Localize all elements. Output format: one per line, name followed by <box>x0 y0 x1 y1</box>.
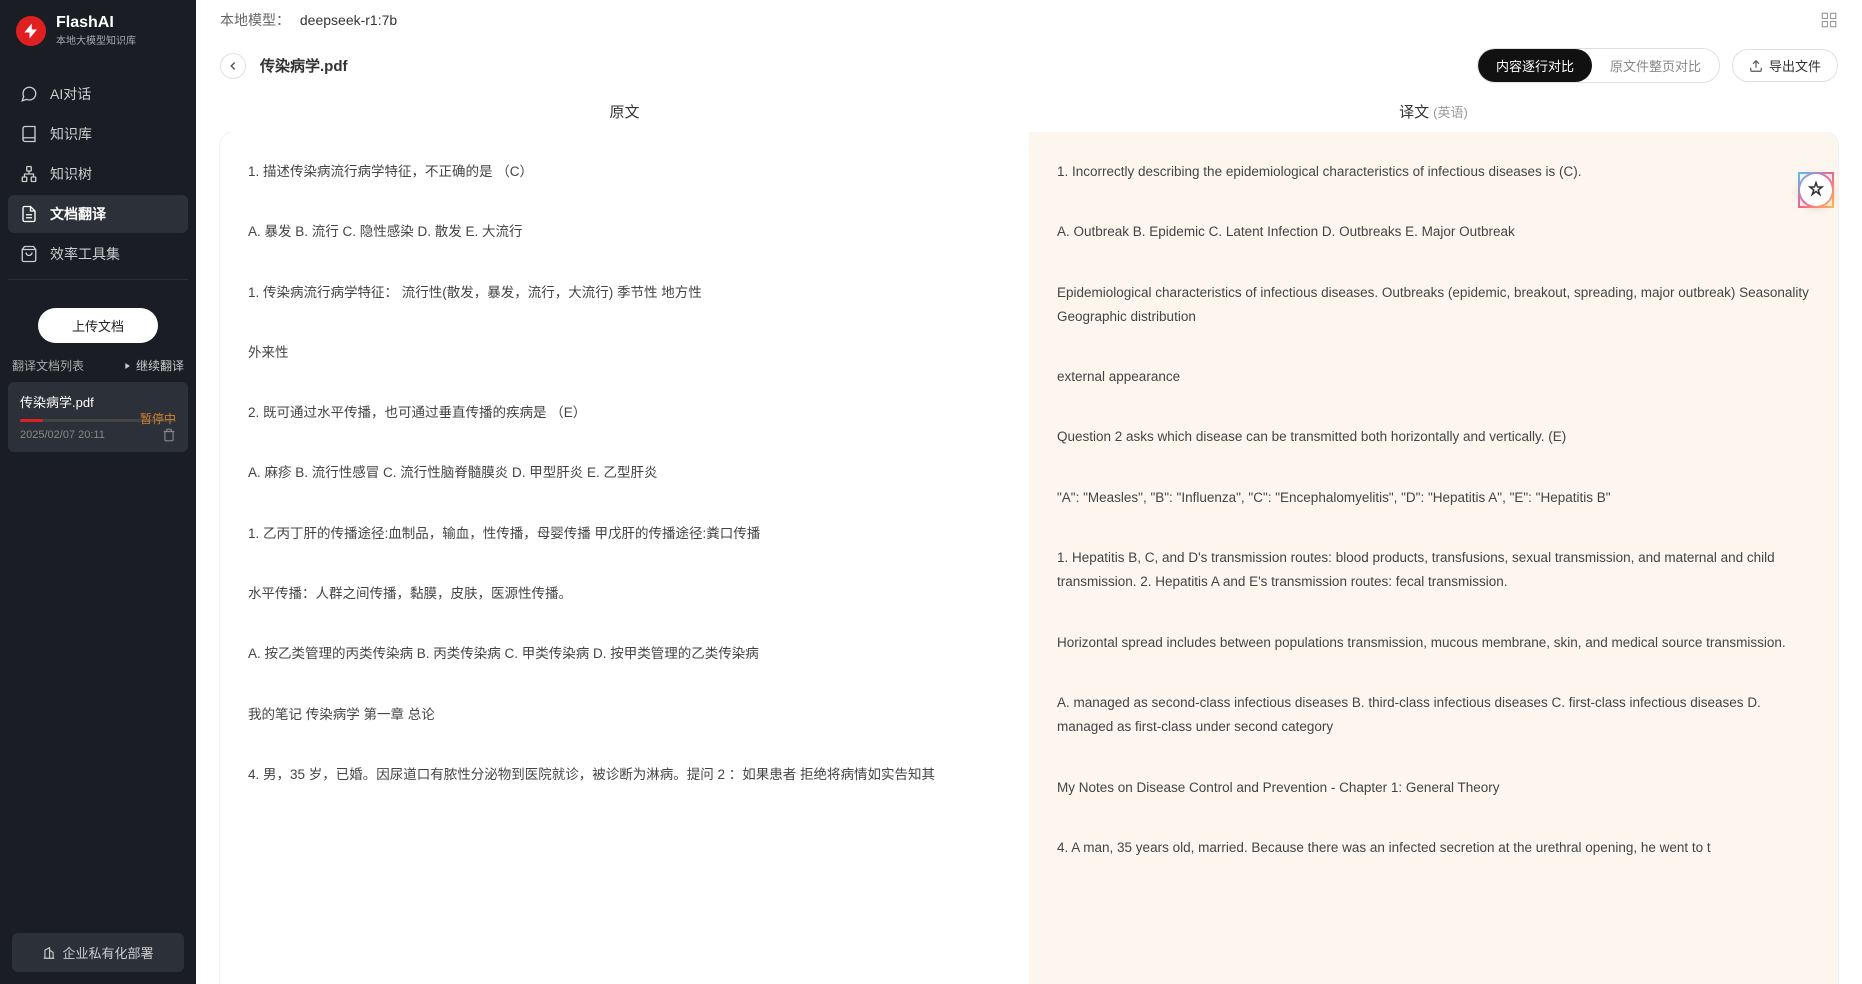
nav-item-tools[interactable]: 效率工具集 <box>8 235 188 273</box>
nav-label: 知识树 <box>50 164 92 184</box>
translated-row: 1. Incorrectly describing the epidemiolo… <box>1057 160 1810 184</box>
translated-row: 1. Hepatitis B, C, and D's transmission … <box>1057 546 1810 595</box>
translated-row: A. managed as second-class infectious di… <box>1057 691 1810 740</box>
nav: AI对话 知识库 知识树 文档翻译 效率工具集 <box>0 61 196 294</box>
original-row: A. 暴发 B. 流行 C. 隐性感染 D. 散发 E. 大流行 <box>248 220 1001 244</box>
nav-label: 知识库 <box>50 124 92 144</box>
logo-icon <box>16 16 46 46</box>
deploy-label: 企业私有化部署 <box>62 943 153 962</box>
logo: FlashAI 本地大模型知识库 <box>0 0 196 61</box>
right-column-header: 译文(英语) <box>1029 101 1838 122</box>
original-row: 2. 既可通过水平传播，也可通过垂直传播的疾病是 （E） <box>248 401 1001 425</box>
nav-item-tree[interactable]: 知识树 <box>8 155 188 193</box>
document-icon <box>20 205 38 223</box>
original-row: 1. 传染病流行病学特征： 流行性(散发，暴发，流行，大流行) 季节性 地方性 <box>248 281 1001 305</box>
content: 1. 描述传染病流行病学特征，不正确的是 （C） A. 暴发 B. 流行 C. 隐… <box>196 132 1862 984</box>
delete-icon[interactable] <box>162 428 176 442</box>
continue-label: 继续翻译 <box>136 357 184 374</box>
list-title: 翻译文档列表 <box>12 357 84 374</box>
doc-item-name: 传染病学.pdf <box>20 392 176 411</box>
logo-title: FlashAI <box>56 14 136 32</box>
nav-separator <box>8 279 188 280</box>
tree-icon <box>20 165 38 183</box>
play-icon <box>122 361 132 371</box>
column-headers: 原文 译文(英语) <box>196 97 1862 132</box>
nav-label: 文档翻译 <box>50 204 106 224</box>
original-row: 外来性 <box>248 341 1001 365</box>
toolbox-icon <box>20 245 38 263</box>
original-row: A. 麻疹 B. 流行性感冒 C. 流行性脑脊髓膜炎 D. 甲型肝炎 E. 乙型… <box>248 461 1001 485</box>
doc-list-header: 翻译文档列表 继续翻译 <box>0 343 196 382</box>
book-icon <box>20 125 38 143</box>
nav-item-kb[interactable]: 知识库 <box>8 115 188 153</box>
original-row: 水平传播：人群之间传播，黏膜，皮肤，医源性传播。 <box>248 582 1001 606</box>
chevron-left-icon <box>226 59 240 73</box>
export-icon <box>1749 59 1763 73</box>
translated-row: Epidemiological characteristics of infec… <box>1057 281 1810 330</box>
original-row: 我的笔记 传染病学 第一章 总论 <box>248 703 1001 727</box>
model-name: deepseek-r1:7b <box>300 12 397 28</box>
enterprise-deploy-button[interactable]: 企业私有化部署 <box>12 933 184 972</box>
back-button[interactable] <box>220 53 246 79</box>
view-mode-toggle: 内容逐行对比 原文件整页对比 <box>1477 48 1720 83</box>
logo-subtitle: 本地大模型知识库 <box>56 32 136 47</box>
doc-timestamp: 2025/02/07 20:11 <box>20 429 105 441</box>
original-row: 1. 描述传染病流行病学特征，不正确的是 （C） <box>248 160 1001 184</box>
translated-row: A. Outbreak B. Epidemic C. Latent Infect… <box>1057 220 1810 244</box>
upload-button[interactable]: 上传文档 <box>38 308 158 343</box>
chat-icon <box>20 85 38 103</box>
sidebar: FlashAI 本地大模型知识库 AI对话 知识库 知识树 文档翻译 <box>0 0 196 984</box>
nav-item-chat[interactable]: AI对话 <box>8 75 188 113</box>
translated-row: "A": "Measles", "B": "Influenza", "C": "… <box>1057 486 1810 510</box>
tab-page-compare[interactable]: 原文件整页对比 <box>1592 49 1719 82</box>
translated-row: My Notes on Disease Control and Preventi… <box>1057 776 1810 800</box>
translated-row: Horizontal spread includes between popul… <box>1057 631 1810 655</box>
grid-icon[interactable] <box>1820 11 1838 29</box>
original-row: 4. 男，35 岁，已婚。因尿道口有脓性分泌物到医院就诊，被诊断为淋病。提问 2… <box>248 763 1001 787</box>
original-pane[interactable]: 1. 描述传染病流行病学特征，不正确的是 （C） A. 暴发 B. 流行 C. 隐… <box>220 132 1029 984</box>
doc-list-item[interactable]: 传染病学.pdf 暂停中 2025/02/07 20:11 <box>8 382 188 452</box>
nav-item-translate[interactable]: 文档翻译 <box>8 195 188 233</box>
topbar: 本地模型： deepseek-r1:7b <box>196 0 1862 40</box>
translated-pane[interactable]: 1. Incorrectly describing the epidemiolo… <box>1029 132 1838 984</box>
translated-row: 4. A man, 35 years old, married. Because… <box>1057 836 1810 860</box>
left-column-header: 原文 <box>220 101 1029 122</box>
original-row: A. 按乙类管理的丙类传染病 B. 丙类传染病 C. 甲类传染病 D. 按甲类管… <box>248 642 1001 666</box>
nav-label: AI对话 <box>50 84 91 104</box>
translated-row: external appearance <box>1057 365 1810 389</box>
tab-line-compare[interactable]: 内容逐行对比 <box>1478 49 1592 82</box>
ai-assistant-badge[interactable] <box>1798 172 1834 208</box>
export-button[interactable]: 导出文件 <box>1732 49 1838 82</box>
export-label: 导出文件 <box>1769 56 1821 75</box>
continue-translate-link[interactable]: 继续翻译 <box>122 357 184 374</box>
original-row: 1. 乙丙丁肝的传播途径:血制品，输血，性传播，母婴传播 甲戊肝的传播途径:粪口… <box>248 522 1001 546</box>
doc-status: 暂停中 <box>140 410 176 427</box>
translated-row: Question 2 asks which disease can be tra… <box>1057 425 1810 449</box>
main: 本地模型： deepseek-r1:7b 传染病学.pdf 内容逐行对比 原文件… <box>196 0 1862 984</box>
page-title: 传染病学.pdf <box>260 55 348 76</box>
model-label: 本地模型： <box>220 12 290 28</box>
nav-label: 效率工具集 <box>50 244 120 264</box>
building-icon <box>42 946 56 960</box>
secondbar: 传染病学.pdf 内容逐行对比 原文件整页对比 导出文件 <box>196 40 1862 97</box>
